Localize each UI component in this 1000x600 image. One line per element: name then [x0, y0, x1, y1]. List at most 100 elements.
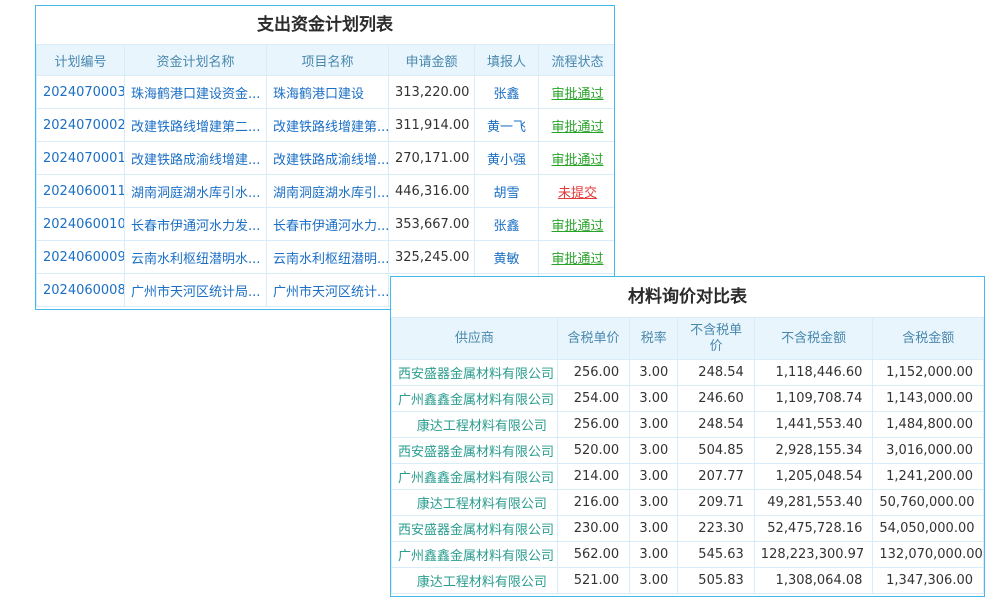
material-quote-title: 材料询价对比表 [391, 277, 984, 317]
material-quote-panel: 材料询价对比表 供应商含税单价税率不含税单价不含税金额含税金额 西安盛器金属材料… [390, 276, 985, 597]
amount-no-tax-cell: 49,281,553.40 [754, 490, 873, 516]
plan-id-cell[interactable]: 2024070002 [37, 109, 125, 142]
project-name-cell[interactable]: 长春市伊通河水力... [267, 208, 389, 241]
reporter-cell[interactable]: 胡雪 [475, 175, 539, 208]
table-row: 康达工程材料有限公司521.003.00505.831,308,064.081,… [392, 568, 984, 594]
fund-plan-name-cell[interactable]: 长春市伊通河水力发... [125, 208, 267, 241]
supplier-cell[interactable]: 西安盛器金属材料有限公司 [392, 360, 558, 386]
table-row: 西安盛器金属材料有限公司256.003.00248.541,118,446.60… [392, 360, 984, 386]
plan-id-cell[interactable]: 2024060008 [37, 274, 125, 307]
fund-plan-name-cell[interactable]: 广州市天河区统计局... [125, 274, 267, 307]
unit-price-with-tax-cell: 214.00 [557, 464, 629, 490]
table-row: 2024060011湖南洞庭湖水库引水...湖南洞庭湖水库引...446,316… [37, 175, 616, 208]
unit-price-no-tax-cell: 223.30 [678, 516, 754, 542]
request-amount-cell: 325,245.00 [389, 241, 475, 274]
amount-with-tax-cell: 1,484,800.00 [873, 412, 984, 438]
amount-no-tax-cell: 52,475,728.16 [754, 516, 873, 542]
project-name-cell[interactable]: 云南水利枢纽潜明... [267, 241, 389, 274]
column-header: 项目名称 [267, 45, 389, 76]
reporter-cell[interactable]: 黄小强 [475, 142, 539, 175]
project-name-cell[interactable]: 改建铁路成渝线增... [267, 142, 389, 175]
supplier-cell[interactable]: 西安盛器金属材料有限公司 [392, 516, 558, 542]
plan-id-cell[interactable]: 2024060010 [37, 208, 125, 241]
expenditure-plan-title: 支出资金计划列表 [36, 6, 614, 44]
supplier-cell[interactable]: 康达工程材料有限公司 [392, 490, 558, 516]
unit-price-with-tax-cell: 256.00 [557, 412, 629, 438]
amount-with-tax-cell: 1,143,000.00 [873, 386, 984, 412]
workflow-status-cell[interactable]: 审批通过 [539, 208, 616, 241]
request-amount-cell: 311,914.00 [389, 109, 475, 142]
supplier-cell[interactable]: 广州鑫鑫金属材料有限公司 [392, 542, 558, 568]
fund-plan-name-cell[interactable]: 改建铁路成渝线增建... [125, 142, 267, 175]
tax-rate-cell: 3.00 [630, 490, 678, 516]
unit-price-no-tax-cell: 545.63 [678, 542, 754, 568]
unit-price-with-tax-cell: 562.00 [557, 542, 629, 568]
supplier-cell[interactable]: 康达工程材料有限公司 [392, 568, 558, 594]
amount-with-tax-cell: 132,070,000.00 [873, 542, 984, 568]
table-row: 西安盛器金属材料有限公司230.003.00223.3052,475,728.1… [392, 516, 984, 542]
reporter-cell[interactable]: 张鑫 [475, 208, 539, 241]
supplier-cell[interactable]: 广州鑫鑫金属材料有限公司 [392, 386, 558, 412]
plan-id-cell[interactable]: 2024070001 [37, 142, 125, 175]
table-row: 2024070001改建铁路成渝线增建...改建铁路成渝线增...270,171… [37, 142, 616, 175]
column-header: 申请金额 [389, 45, 475, 76]
fund-plan-name-cell[interactable]: 云南水利枢纽潜明水... [125, 241, 267, 274]
reporter-cell[interactable]: 黄一飞 [475, 109, 539, 142]
tax-rate-cell: 3.00 [630, 464, 678, 490]
amount-with-tax-cell: 3,016,000.00 [873, 438, 984, 464]
unit-price-with-tax-cell: 254.00 [557, 386, 629, 412]
unit-price-no-tax-cell: 504.85 [678, 438, 754, 464]
column-header: 流程状态 [539, 45, 616, 76]
project-name-cell[interactable]: 湖南洞庭湖水库引... [267, 175, 389, 208]
unit-price-no-tax-cell: 207.77 [678, 464, 754, 490]
unit-price-no-tax-cell: 248.54 [678, 412, 754, 438]
plan-id-cell[interactable]: 2024070003 [37, 76, 125, 109]
material-quote-table: 供应商含税单价税率不含税单价不含税金额含税金额 西安盛器金属材料有限公司256.… [391, 317, 984, 594]
expenditure-plan-panel: 支出资金计划列表 计划编号资金计划名称项目名称申请金额填报人流程状态 20240… [35, 5, 615, 310]
fund-plan-name-cell[interactable]: 珠海鹤港口建设资金... [125, 76, 267, 109]
amount-with-tax-cell: 1,241,200.00 [873, 464, 984, 490]
amount-with-tax-cell: 1,152,000.00 [873, 360, 984, 386]
workflow-status-cell[interactable]: 审批通过 [539, 142, 616, 175]
tax-rate-cell: 3.00 [630, 568, 678, 594]
reporter-cell[interactable]: 张鑫 [475, 76, 539, 109]
table-row: 康达工程材料有限公司256.003.00248.541,441,553.401,… [392, 412, 984, 438]
unit-price-no-tax-cell: 505.83 [678, 568, 754, 594]
request-amount-cell: 446,316.00 [389, 175, 475, 208]
amount-with-tax-cell: 50,760,000.00 [873, 490, 984, 516]
unit-price-no-tax-cell: 246.60 [678, 386, 754, 412]
request-amount-cell: 353,667.00 [389, 208, 475, 241]
workflow-status-cell[interactable]: 未提交 [539, 175, 616, 208]
project-name-cell[interactable]: 改建铁路线增建第... [267, 109, 389, 142]
amount-no-tax-cell: 1,441,553.40 [754, 412, 873, 438]
tax-rate-cell: 3.00 [630, 516, 678, 542]
request-amount-cell: 313,220.00 [389, 76, 475, 109]
fund-plan-name-cell[interactable]: 改建铁路线增建第二... [125, 109, 267, 142]
unit-price-with-tax-cell: 230.00 [557, 516, 629, 542]
column-header: 含税金额 [873, 318, 984, 360]
header-row: 供应商含税单价税率不含税单价不含税金额含税金额 [392, 318, 984, 360]
material-quote-table-header: 供应商含税单价税率不含税单价不含税金额含税金额 [392, 318, 984, 360]
supplier-cell[interactable]: 广州鑫鑫金属材料有限公司 [392, 464, 558, 490]
supplier-cell[interactable]: 康达工程材料有限公司 [392, 412, 558, 438]
amount-with-tax-cell: 54,050,000.00 [873, 516, 984, 542]
amount-no-tax-cell: 1,205,048.54 [754, 464, 873, 490]
request-amount-cell: 270,171.00 [389, 142, 475, 175]
reporter-cell[interactable]: 黄敏 [475, 241, 539, 274]
expenditure-plan-table-header: 计划编号资金计划名称项目名称申请金额填报人流程状态 [37, 45, 616, 76]
fund-plan-name-cell[interactable]: 湖南洞庭湖水库引水... [125, 175, 267, 208]
workflow-status-cell[interactable]: 审批通过 [539, 76, 616, 109]
workflow-status-cell[interactable]: 审批通过 [539, 241, 616, 274]
plan-id-cell[interactable]: 2024060011 [37, 175, 125, 208]
expenditure-plan-table: 计划编号资金计划名称项目名称申请金额填报人流程状态 2024070003珠海鹤港… [36, 44, 615, 307]
tax-rate-cell: 3.00 [630, 386, 678, 412]
tax-rate-cell: 3.00 [630, 360, 678, 386]
workflow-status-cell[interactable]: 审批通过 [539, 109, 616, 142]
amount-no-tax-cell: 1,308,064.08 [754, 568, 873, 594]
project-name-cell[interactable]: 广州市天河区统计... [267, 274, 389, 307]
project-name-cell[interactable]: 珠海鹤港口建设 [267, 76, 389, 109]
plan-id-cell[interactable]: 2024060009 [37, 241, 125, 274]
supplier-cell[interactable]: 西安盛器金属材料有限公司 [392, 438, 558, 464]
unit-price-with-tax-cell: 216.00 [557, 490, 629, 516]
table-row: 广州鑫鑫金属材料有限公司214.003.00207.771,205,048.54… [392, 464, 984, 490]
